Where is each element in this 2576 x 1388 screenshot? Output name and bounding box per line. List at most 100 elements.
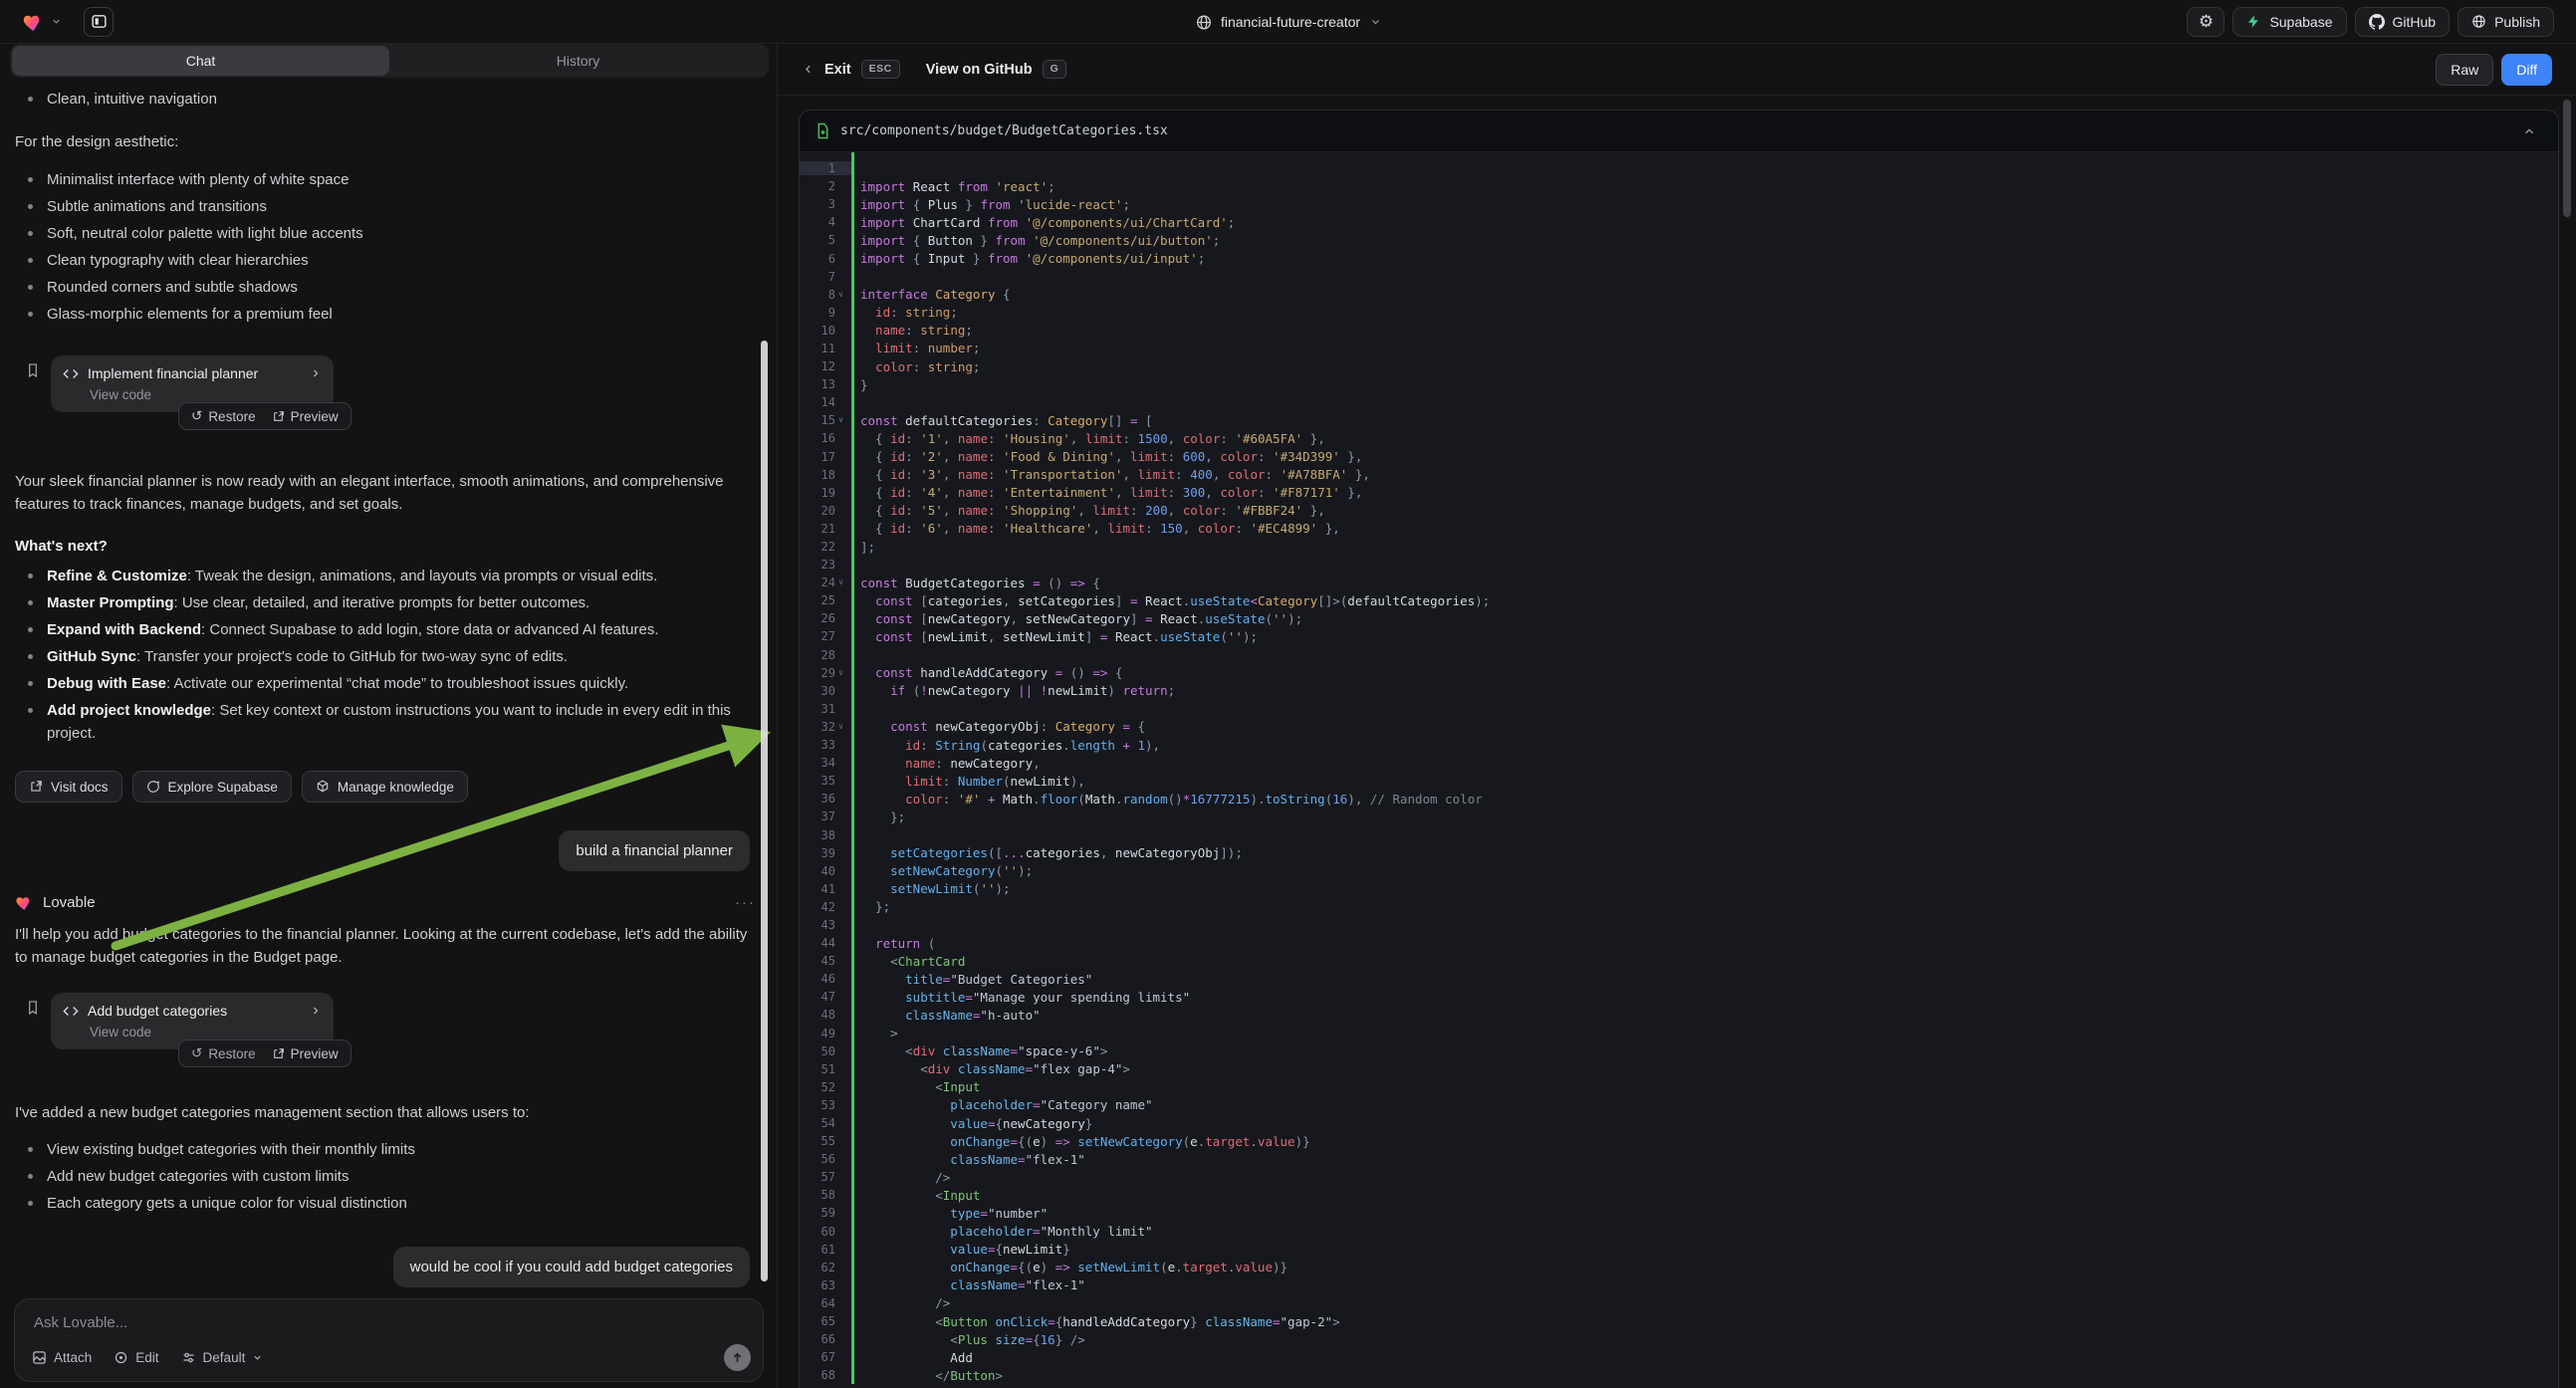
line-number: 24∨: [800, 576, 851, 589]
code-icon: [63, 367, 79, 380]
line-number: 4: [800, 215, 851, 229]
raw-toggle-button[interactable]: Raw: [2436, 54, 2493, 86]
file-header[interactable]: src/components/budget/BudgetCategories.t…: [800, 111, 2558, 152]
code-text: { id: '5', name: 'Shopping', limit: 200,…: [851, 503, 1325, 518]
code-text: const [categories, setCategories] = Reac…: [851, 593, 1490, 608]
restore-button[interactable]: ↺ Restore: [191, 408, 256, 424]
attach-image-icon: [32, 1350, 47, 1365]
code-line: 31: [800, 700, 2558, 718]
chat-scrollbar[interactable]: [761, 341, 768, 1281]
tab-history[interactable]: History: [389, 46, 767, 76]
fold-chevron-icon[interactable]: ∨: [835, 723, 846, 731]
bookmark-icon[interactable]: [25, 999, 41, 1017]
code-line: 27 const [newLimit, setNewLimit] = React…: [800, 627, 2558, 645]
fold-chevron-icon[interactable]: ∨: [835, 669, 846, 677]
code-text: <ChartCard: [851, 954, 965, 969]
list-item: Soft, neutral color palette with light b…: [47, 222, 756, 245]
line-number: 41: [800, 882, 851, 896]
line-number: 67: [800, 1350, 851, 1364]
project-switcher[interactable]: financial-future-creator: [1195, 0, 1381, 44]
list-item: Expand with Backend: Connect Supabase to…: [47, 618, 756, 641]
fold-chevron-icon[interactable]: ∨: [835, 416, 846, 424]
code-line: 18 { id: '3', name: 'Transportation', li…: [800, 466, 2558, 484]
code-line: 61 value={newLimit}: [800, 1241, 2558, 1259]
lovable-heart-icon: [15, 893, 34, 911]
list-item: Glass-morphic elements for a premium fee…: [47, 303, 756, 326]
project-name: financial-future-creator: [1221, 14, 1360, 30]
fold-chevron-icon[interactable]: ∨: [835, 291, 846, 299]
view-code-link[interactable]: View code: [90, 387, 322, 402]
tab-chat[interactable]: Chat: [12, 46, 389, 76]
lovable-logo-icon[interactable]: [22, 11, 45, 32]
fold-chevron-icon[interactable]: ∨: [835, 578, 846, 586]
design-intro: For the design aesthetic:: [15, 130, 756, 153]
code-line: 6import { Input } from '@/components/ui/…: [800, 249, 2558, 267]
code-line: 51 <div className="flex gap-4">: [800, 1060, 2558, 1078]
code-line: 54 value={newCategory}: [800, 1114, 2558, 1132]
cube-icon: [316, 780, 330, 794]
workspace-chevron-icon[interactable]: [51, 16, 62, 27]
g-key-badge: G: [1043, 60, 1067, 79]
code-editor[interactable]: 12import React from 'react';3import { Pl…: [800, 152, 2558, 1384]
chevron-left-icon: [802, 63, 815, 76]
line-number: 40: [800, 864, 851, 878]
edit-button[interactable]: Edit: [114, 1350, 158, 1365]
composer-input[interactable]: Ask Lovable...: [34, 1314, 127, 1331]
exit-button[interactable]: Exit ESC: [802, 60, 900, 79]
code-line: 13}: [800, 375, 2558, 393]
code-text: type="number": [851, 1206, 1048, 1221]
manage-knowledge-button[interactable]: Manage knowledge: [302, 771, 468, 803]
code-scrollbar[interactable]: [2563, 100, 2571, 217]
toggle-sidebar-button[interactable]: [84, 7, 114, 37]
line-number: 29∨: [800, 666, 851, 680]
line-number: 2: [800, 179, 851, 193]
chat-messages: Clean, intuitive navigation For the desi…: [0, 84, 778, 1290]
code-line: 8∨interface Category {: [800, 286, 2558, 304]
code-line: 49 >: [800, 1025, 2558, 1042]
code-text: ];: [851, 540, 875, 555]
preview-button[interactable]: Preview: [272, 1045, 339, 1061]
message-menu-icon[interactable]: ···: [735, 894, 756, 911]
code-line: 29∨ const handleAddCategory = () => {: [800, 664, 2558, 682]
code-line: 44 return (: [800, 934, 2558, 952]
view-code-link[interactable]: View code: [90, 1025, 322, 1040]
bookmark-icon[interactable]: [25, 361, 41, 379]
diff-toggle-button[interactable]: Diff: [2501, 54, 2552, 86]
line-number: 43: [800, 918, 851, 932]
settings-button[interactable]: ⚙: [2187, 7, 2225, 37]
version-title: Implement financial planner: [88, 365, 301, 381]
code-line: 2import React from 'react';: [800, 177, 2558, 195]
publish-button[interactable]: Publish: [2458, 7, 2554, 37]
view-on-github-button[interactable]: View on GitHub G: [926, 60, 1067, 79]
line-number: 37: [800, 810, 851, 823]
code-line: 55 onChange={(e) => setNewCategory(e.tar…: [800, 1132, 2558, 1150]
line-number: 6: [800, 252, 851, 266]
explore-supabase-button[interactable]: Explore Supabase: [132, 771, 292, 803]
line-number: 39: [800, 846, 851, 860]
mode-selector[interactable]: Default: [181, 1350, 264, 1365]
visit-docs-button[interactable]: Visit docs: [15, 771, 122, 803]
chevron-up-icon[interactable]: [2516, 123, 2542, 139]
code-text: if (!newCategory || !newLimit) return;: [851, 683, 1175, 698]
send-button[interactable]: [724, 1344, 751, 1371]
line-number: 23: [800, 558, 851, 572]
code-line: 19 { id: '4', name: 'Entertainment', lim…: [800, 484, 2558, 502]
attach-button[interactable]: Attach: [32, 1350, 92, 1365]
code-line: 7: [800, 268, 2558, 286]
composer[interactable]: Ask Lovable... Attach Edit Default: [14, 1298, 764, 1382]
github-button[interactable]: GitHub: [2355, 7, 2451, 37]
line-number: 14: [800, 395, 851, 409]
code-line: 68 </Button>: [800, 1366, 2558, 1384]
code-panel: src/components/budget/BudgetCategories.t…: [799, 110, 2559, 1388]
restore-button[interactable]: ↺ Restore: [191, 1045, 256, 1061]
supabase-button[interactable]: Supabase: [2232, 7, 2346, 37]
code-line: 14: [800, 393, 2558, 411]
list-item: GitHub Sync: Transfer your project's cod…: [47, 645, 756, 668]
preview-button[interactable]: Preview: [272, 408, 339, 424]
code-line: 39 setCategories([...categories, newCate…: [800, 844, 2558, 862]
code-text: name: newCategory,: [851, 756, 1041, 771]
diff-added-gutter: [851, 152, 854, 1384]
code-line: 45 <ChartCard: [800, 952, 2558, 970]
restore-icon: ↺: [191, 1045, 202, 1061]
code-text: limit: Number(newLimit),: [851, 774, 1085, 789]
